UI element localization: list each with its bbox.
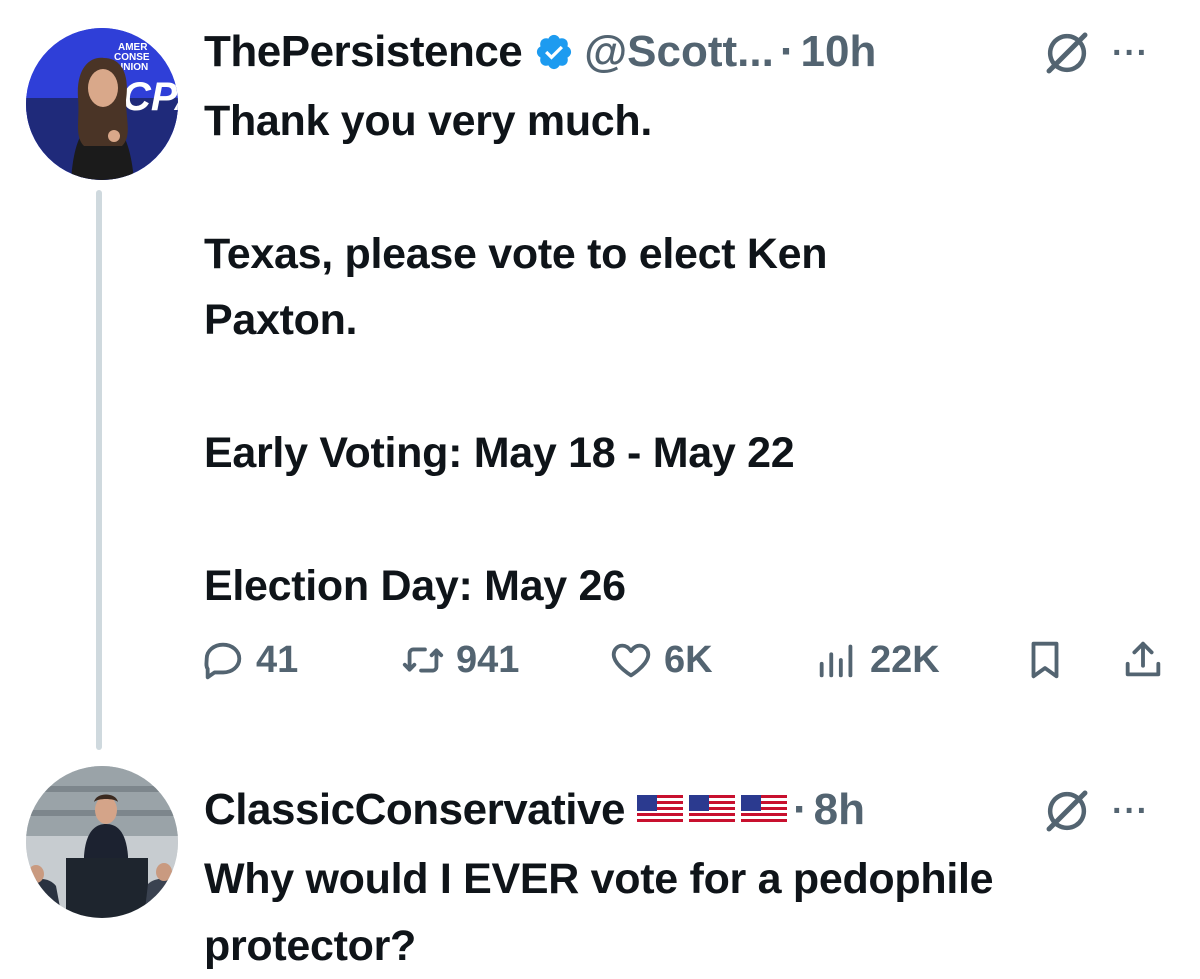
reply-icon: [204, 642, 242, 680]
handle[interactable]: @Scott...: [584, 27, 774, 77]
tweet-line: Election Day: May 26: [204, 561, 626, 610]
grok-icon[interactable]: [1040, 26, 1094, 80]
view-count: 22K: [870, 638, 940, 681]
tweet-line: Texas, please vote to elect Ken Paxton.: [204, 229, 828, 345]
tweet-line: Why would I EVER vote for a pedophile pr…: [204, 855, 994, 970]
avatar-logo-text: CPA: [122, 75, 178, 119]
repost-button[interactable]: 941: [400, 630, 519, 690]
share-button[interactable]: [1120, 630, 1166, 690]
verified-badge-icon: [537, 34, 572, 70]
reply-count: 41: [256, 638, 299, 681]
thread-line: [96, 190, 102, 750]
share-icon: [1125, 641, 1161, 677]
views-button[interactable]: 22K: [814, 630, 940, 690]
us-flag-icon: [740, 795, 787, 825]
more-options-button[interactable]: ···: [1112, 792, 1149, 831]
avatar-image: [26, 766, 178, 918]
avatar[interactable]: AMER CONSE UNION CPA: [26, 28, 178, 180]
like-button[interactable]: 6K: [608, 630, 713, 690]
repost-icon: [402, 647, 444, 673]
grok-icon[interactable]: [1040, 784, 1094, 838]
avatar-image: AMER CONSE UNION CPA: [26, 28, 178, 180]
us-flag-icon: [688, 795, 735, 825]
tweet-line: Early Voting: May 18 - May 22: [204, 428, 795, 477]
tweet-header: ThePersistence @Scott... · 10h: [204, 22, 876, 82]
display-name[interactable]: ClassicConservative: [204, 785, 625, 835]
avatar[interactable]: [26, 766, 178, 918]
bookmark-button[interactable]: [1022, 630, 1068, 690]
more-options-button[interactable]: ···: [1112, 34, 1149, 73]
repost-count: 941: [456, 638, 520, 681]
timestamp[interactable]: 8h: [814, 785, 865, 835]
views-icon: [819, 644, 853, 678]
separator: ·: [779, 27, 795, 76]
tweet-text: Why would I EVER vote for a pedophile pr…: [204, 846, 1164, 979]
display-name[interactable]: ThePersistence: [204, 27, 523, 77]
timestamp[interactable]: 10h: [801, 27, 877, 77]
name-emojis: [636, 795, 787, 825]
like-icon: [611, 643, 651, 678]
tweet-line: Thank you very much.: [204, 97, 653, 145]
separator: ·: [792, 785, 808, 834]
bookmark-icon: [1031, 641, 1059, 679]
us-flag-icon: [636, 795, 683, 825]
reply-button[interactable]: 41: [200, 630, 298, 690]
tweet-header: ClassicConservative · 8h: [204, 780, 865, 840]
like-count: 6K: [664, 638, 713, 681]
action-bar: 41 941 6K 22K: [200, 630, 1180, 690]
tweet-text: Thank you very much. Texas, please vote …: [204, 88, 1164, 619]
